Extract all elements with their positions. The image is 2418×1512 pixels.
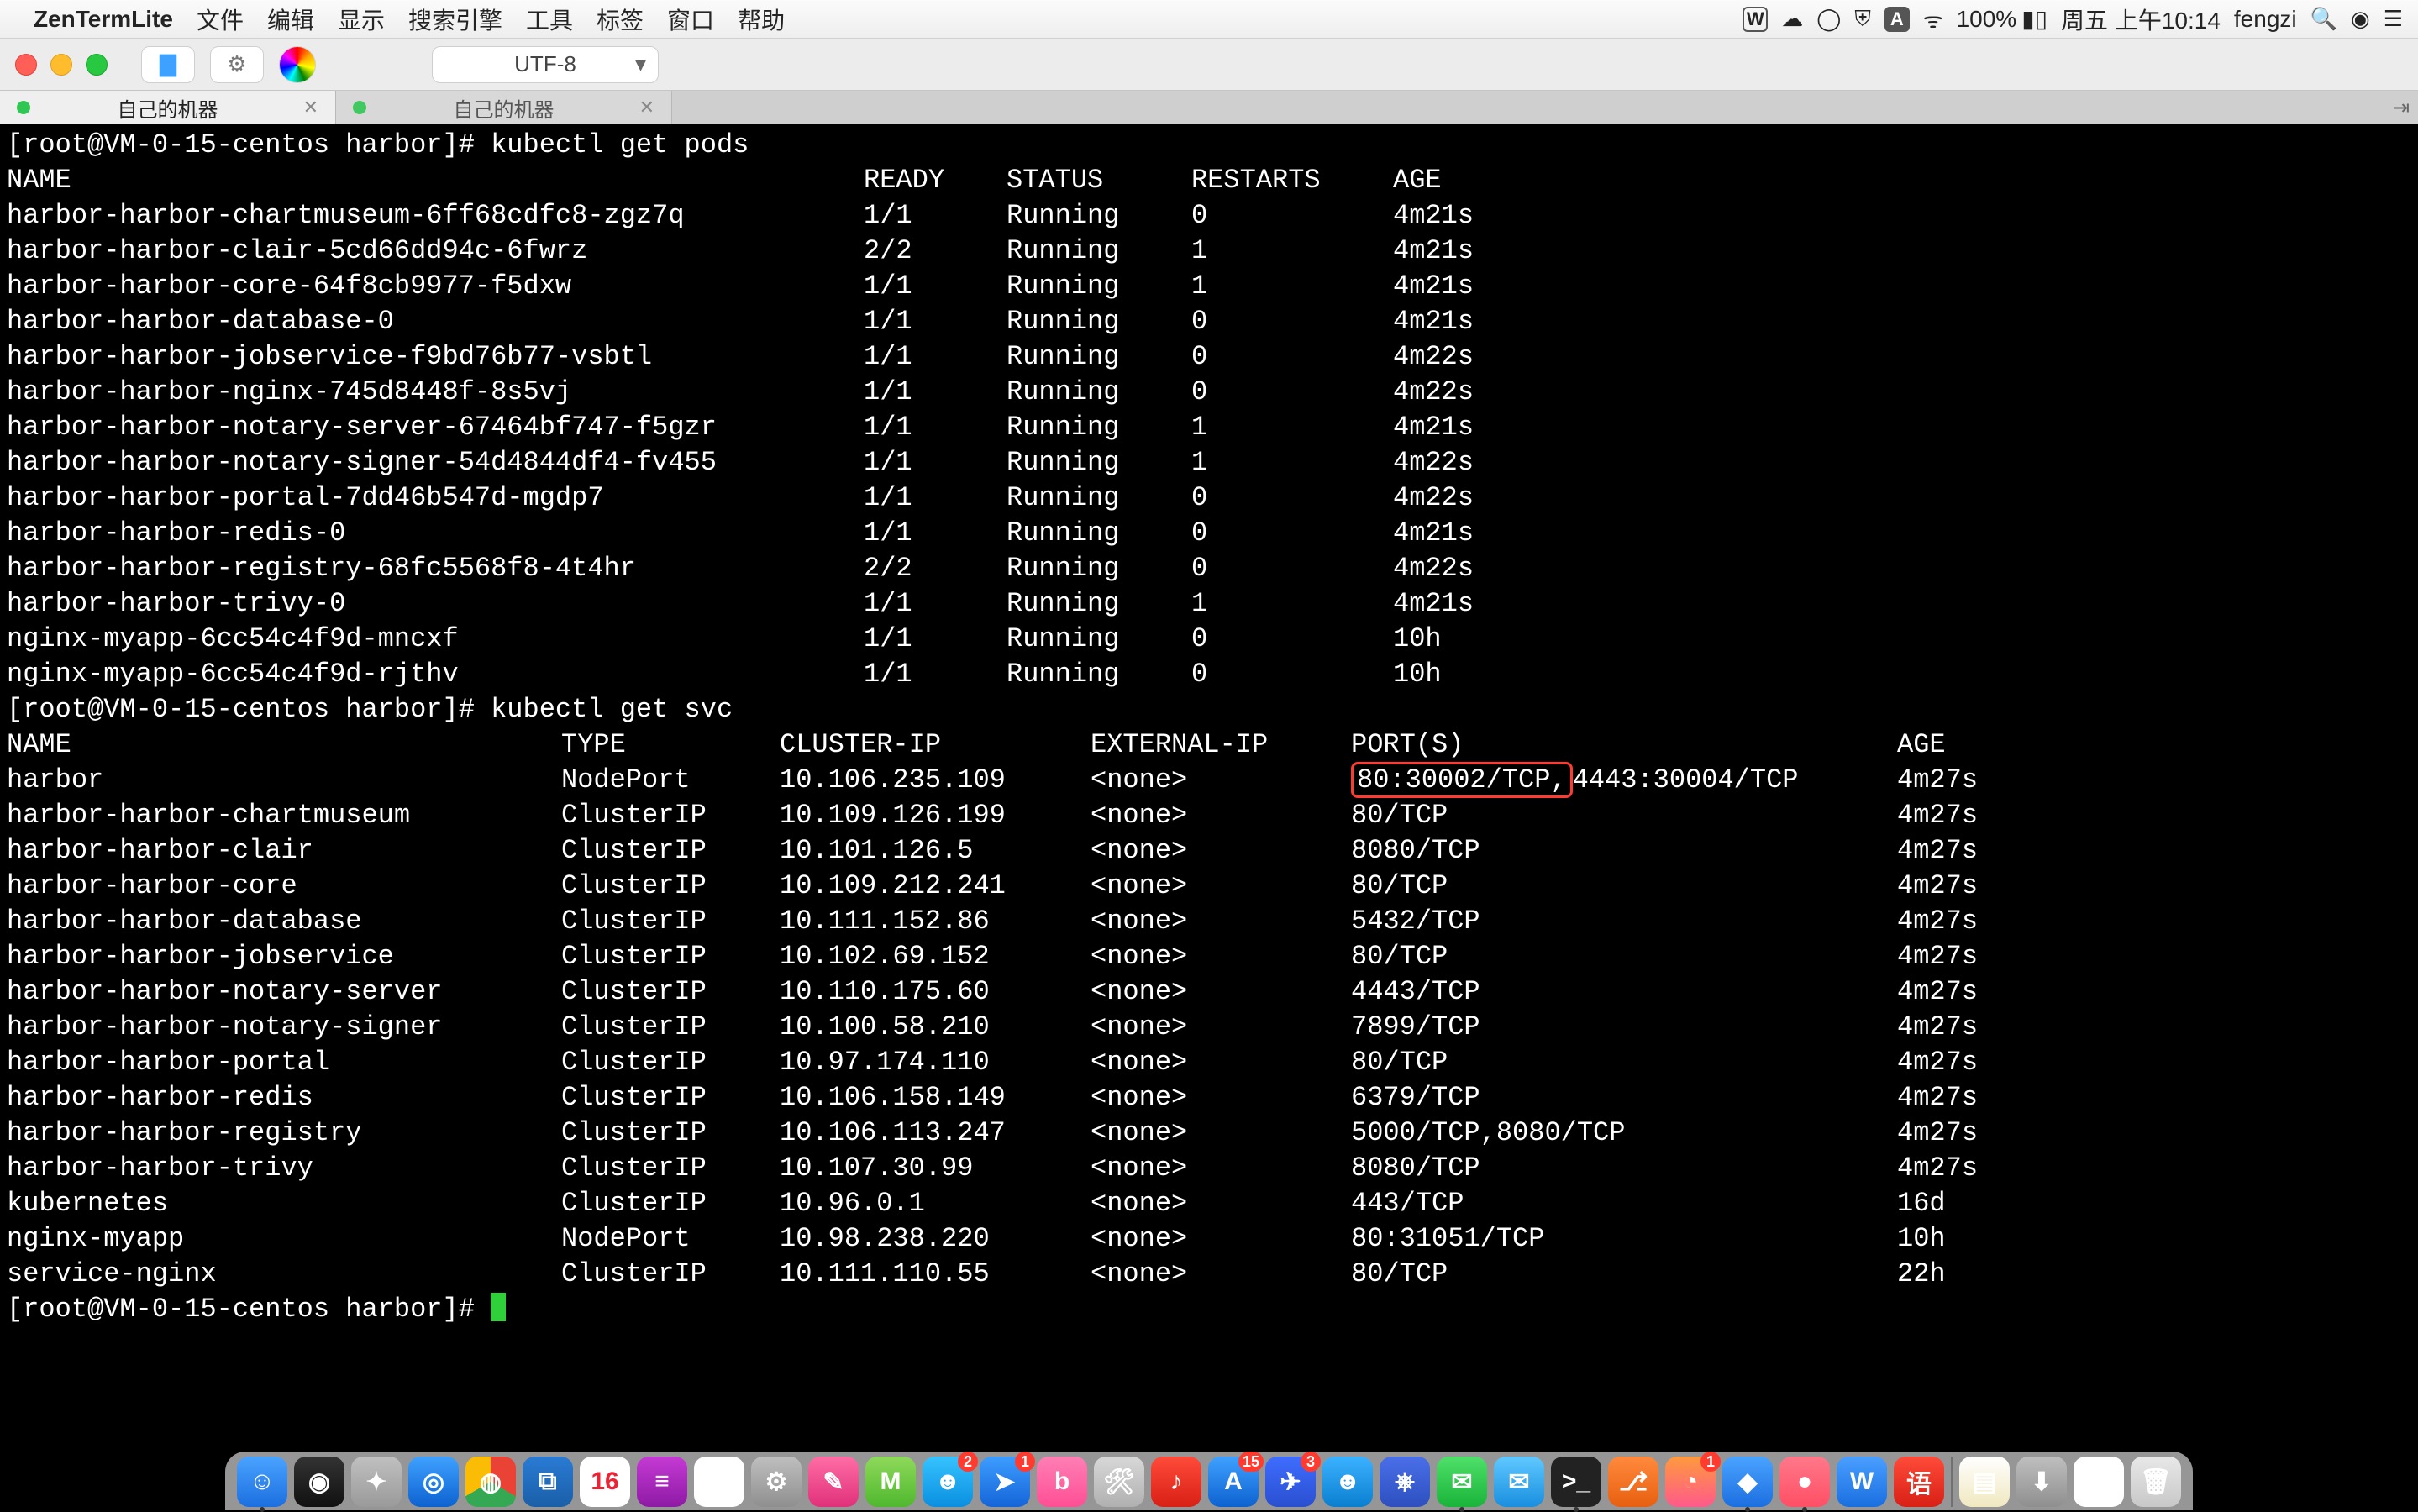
dock-notability-icon[interactable]: ✎ bbox=[808, 1457, 859, 1507]
dock-git-icon[interactable]: ⎇ bbox=[1608, 1457, 1658, 1507]
tab-status-dot bbox=[353, 101, 366, 114]
dock-trash-icon[interactable]: 🗑 bbox=[2131, 1457, 2181, 1507]
dock: ☺◉✦◎◍⧉16≡✿⚙✎M☻2➤1b🛠♪A15✈3☻⎈✉✉>_⎇◔1◆●W语▤⬇… bbox=[0, 1450, 2418, 1510]
spotlight-icon[interactable]: 🔍 bbox=[2310, 6, 2337, 32]
dock-wps-icon[interactable]: W bbox=[1837, 1457, 1887, 1507]
highlighted-port: 80:30002/TCP, bbox=[1351, 762, 1573, 798]
dock-appstore-icon[interactable]: A15 bbox=[1208, 1457, 1259, 1507]
dock-background: ☺◉✦◎◍⧉16≡✿⚙✎M☻2➤1b🛠♪A15✈3☻⎈✉✉>_⎇◔1◆●W语▤⬇… bbox=[225, 1452, 2193, 1510]
settings-button[interactable]: ⚙ bbox=[210, 46, 264, 83]
battery-percent[interactable]: 100% ▮▯ bbox=[1957, 5, 2047, 33]
dock-feishu-icon[interactable]: ✈3 bbox=[1265, 1457, 1316, 1507]
badge: 1 bbox=[1015, 1452, 1035, 1472]
app-name[interactable]: ZenTermLite bbox=[34, 6, 173, 33]
tab-bar: 自己的机器 ✕ 自己的机器 ✕ ⇥ bbox=[0, 91, 2418, 124]
badge: 1 bbox=[1700, 1452, 1721, 1472]
tab-overflow-button[interactable]: ⇥ bbox=[2384, 91, 2418, 124]
tab-status-dot bbox=[17, 101, 30, 114]
badge: 3 bbox=[1301, 1452, 1321, 1472]
chat-icon[interactable]: ◯ bbox=[1816, 6, 1841, 32]
shield-icon[interactable]: ⛨ bbox=[1854, 6, 1871, 33]
vpn-icon[interactable]: W bbox=[1743, 7, 1768, 32]
dock-unknown-blue-icon[interactable]: ◆ bbox=[1722, 1457, 1773, 1507]
menu-search[interactable]: 搜索引擎 bbox=[408, 3, 502, 36]
tab-title: 自己的机器 bbox=[454, 93, 555, 123]
dock-finder-icon[interactable]: ☺ bbox=[237, 1457, 287, 1507]
zoom-window-button[interactable] bbox=[86, 54, 108, 76]
wifi-icon[interactable]: ᯤ bbox=[1923, 4, 1943, 34]
dock-notes-icon[interactable]: ▤ bbox=[1959, 1457, 2010, 1507]
app-toolbar: ▇ ⚙ UTF-8 bbox=[0, 39, 2418, 91]
menu-file[interactable]: 文件 bbox=[197, 3, 244, 36]
running-indicator bbox=[1574, 1507, 1579, 1512]
siri-menu-icon[interactable]: ◉ bbox=[2351, 6, 2370, 32]
window-controls bbox=[15, 54, 108, 76]
color-button[interactable] bbox=[279, 46, 316, 83]
running-indicator bbox=[260, 1507, 265, 1512]
dock-aliwang-icon[interactable]: ☻ bbox=[1322, 1457, 1373, 1507]
wechat-menubar-icon[interactable]: ☁ bbox=[1781, 6, 1803, 32]
battery-text: 100% bbox=[1957, 6, 2017, 33]
menu-help[interactable]: 帮助 bbox=[738, 3, 785, 36]
dock-lark-doc-icon[interactable]: ▤ bbox=[2074, 1457, 2124, 1507]
clock[interactable]: 周五 上午10:14 bbox=[2061, 3, 2221, 36]
dock-chrome-icon[interactable]: ◍ bbox=[465, 1457, 516, 1507]
close-window-button[interactable] bbox=[15, 54, 37, 76]
dock-netease-icon[interactable]: ♪ bbox=[1151, 1457, 1201, 1507]
dock-vscode-icon[interactable]: ⧉ bbox=[523, 1457, 573, 1507]
dock-terminal-icon[interactable]: >_ bbox=[1551, 1457, 1601, 1507]
encoding-select[interactable]: UTF-8 bbox=[432, 46, 659, 83]
input-method-icon[interactable]: A bbox=[1884, 7, 1910, 32]
menu-edit[interactable]: 编辑 bbox=[267, 3, 314, 36]
badge: 15 bbox=[1238, 1452, 1264, 1472]
dock-marginnote-icon[interactable]: M bbox=[865, 1457, 916, 1507]
dock-mail-icon[interactable]: ✉ bbox=[1494, 1457, 1544, 1507]
dock-siri-icon[interactable]: ◉ bbox=[294, 1457, 344, 1507]
dock-monday-icon[interactable]: ● bbox=[1779, 1457, 1830, 1507]
running-indicator bbox=[1745, 1507, 1750, 1512]
menu-tags[interactable]: 标签 bbox=[597, 3, 644, 36]
encoding-value: UTF-8 bbox=[514, 51, 576, 77]
folder-button[interactable]: ▇ bbox=[141, 46, 195, 83]
dock-photos-icon[interactable]: ✿ bbox=[694, 1457, 744, 1507]
menu-view[interactable]: 显示 bbox=[338, 3, 385, 36]
dock-settings-icon[interactable]: ⚙ bbox=[751, 1457, 802, 1507]
dock-calendar-icon[interactable]: 16 bbox=[580, 1457, 630, 1507]
running-indicator bbox=[1459, 1507, 1464, 1512]
dock-downloads-icon[interactable]: ⬇ bbox=[2016, 1457, 2067, 1507]
dock-safari-icon[interactable]: ◎ bbox=[408, 1457, 459, 1507]
user-name[interactable]: fengzi bbox=[2234, 6, 2297, 33]
terminal-cursor bbox=[491, 1293, 506, 1321]
tab-close-icon[interactable]: ✕ bbox=[303, 97, 318, 118]
dock-wechat-icon[interactable]: ✉ bbox=[1437, 1457, 1487, 1507]
menu-tools[interactable]: 工具 bbox=[526, 3, 573, 36]
dock-cleanmymac-icon[interactable]: ◔1 bbox=[1665, 1457, 1716, 1507]
dock-qq-icon[interactable]: ☻2 bbox=[923, 1457, 973, 1507]
tab-title: 自己的机器 bbox=[118, 93, 218, 123]
dock-bilibili-icon[interactable]: b bbox=[1037, 1457, 1087, 1507]
dock-dash-icon[interactable]: ≡ bbox=[637, 1457, 687, 1507]
dock-launchpad-icon[interactable]: ✦ bbox=[351, 1457, 402, 1507]
running-indicator bbox=[1802, 1507, 1807, 1512]
dock-hammer-icon[interactable]: 🛠 bbox=[1094, 1457, 1144, 1507]
macos-menubar: ZenTermLite 文件 编辑 显示 搜索引擎 工具 标签 窗口 帮助 W … bbox=[0, 0, 2418, 39]
tab-2[interactable]: 自己的机器 ✕ bbox=[336, 91, 672, 124]
terminal-output[interactable]: [root@VM-0-15-centos harbor]# kubectl ge… bbox=[0, 124, 2418, 1450]
dock-dictionary-icon[interactable]: 语 bbox=[1894, 1457, 1944, 1507]
dock-kubernetes-icon[interactable]: ⎈ bbox=[1380, 1457, 1430, 1507]
tab-1[interactable]: 自己的机器 ✕ bbox=[0, 91, 336, 124]
badge: 2 bbox=[958, 1452, 978, 1472]
menu-window[interactable]: 窗口 bbox=[667, 3, 714, 36]
tab-close-icon[interactable]: ✕ bbox=[639, 97, 654, 118]
notification-center-icon[interactable]: ☰ bbox=[2384, 6, 2403, 32]
battery-icon: ▮▯ bbox=[2021, 5, 2047, 33]
dock-dingtalk-icon[interactable]: ➤1 bbox=[980, 1457, 1030, 1507]
dock-separator bbox=[1951, 1457, 1953, 1507]
minimize-window-button[interactable] bbox=[50, 54, 72, 76]
